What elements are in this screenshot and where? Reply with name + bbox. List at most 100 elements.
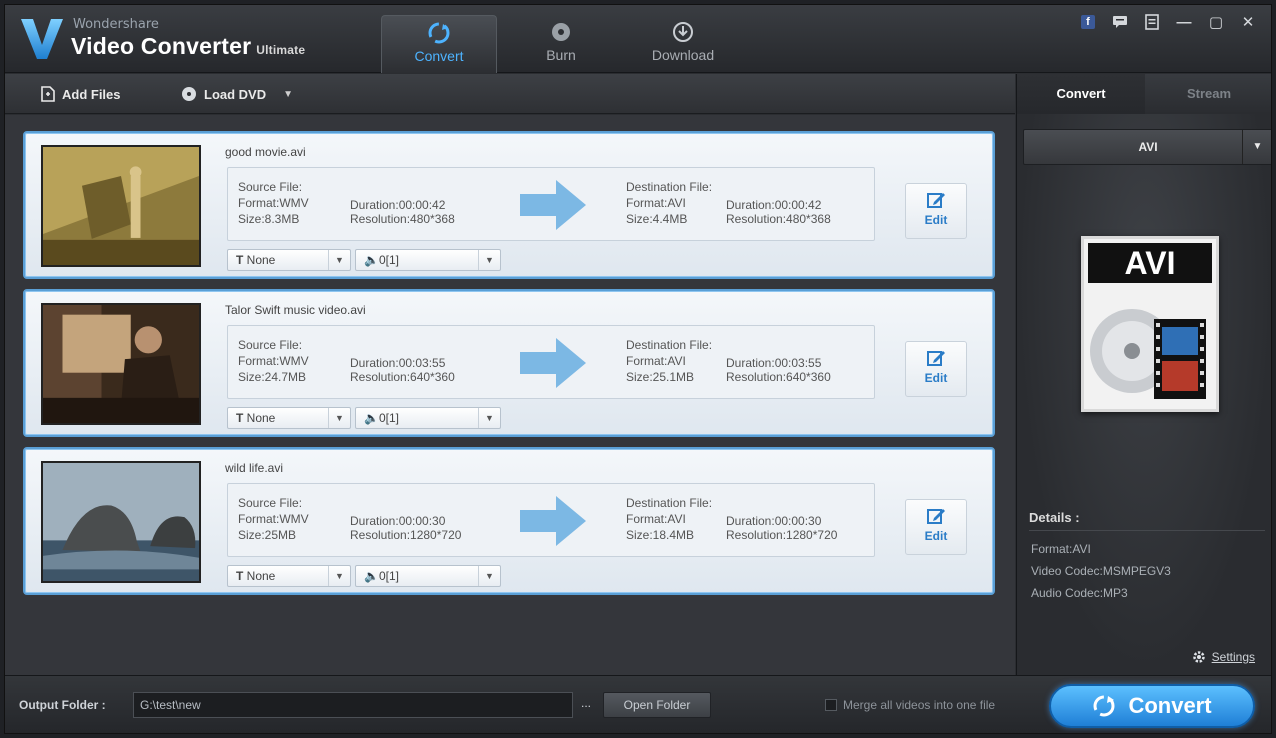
app-title-main: Video Converter: [71, 33, 252, 59]
tab-burn-label: Burn: [546, 47, 576, 63]
source-size: Size:25MB: [238, 528, 297, 542]
source-duration: Duration:00:00:42: [350, 198, 446, 212]
chevron-down-icon[interactable]: ▼: [283, 89, 293, 100]
open-folder-button[interactable]: Open Folder: [603, 692, 711, 718]
tab-right-stream[interactable]: Stream: [1145, 74, 1271, 114]
edit-label: Edit: [924, 213, 948, 227]
video-thumbnail: [41, 145, 201, 267]
source-size: Size:8.3MB: [238, 212, 300, 226]
subtitle-value: None: [246, 253, 276, 267]
tab-burn[interactable]: Burn: [503, 15, 619, 73]
window-controls: f — ▢ ✕: [1075, 11, 1261, 33]
dest-title: Destination File:: [626, 496, 713, 510]
subtitle-value: None: [246, 411, 276, 425]
convert-button-label: Convert: [1128, 693, 1212, 718]
arrow-right-icon: [520, 180, 586, 230]
dest-duration: Duration:00:00:30: [726, 514, 822, 528]
chevron-down-icon: ▼: [478, 566, 500, 586]
subtitle-select[interactable]: T None ▼: [227, 249, 351, 271]
edit-button[interactable]: Edit: [905, 183, 967, 239]
disc-film-icon: [1090, 309, 1206, 399]
browse-button[interactable]: ...: [575, 692, 597, 718]
edit-icon: [927, 193, 945, 208]
chat-icon[interactable]: [1107, 11, 1133, 33]
burn-disc-icon: [552, 23, 570, 41]
details-divider: [1029, 530, 1265, 531]
convert-button[interactable]: Convert: [1049, 684, 1255, 728]
edit-button[interactable]: Edit: [905, 341, 967, 397]
settings-link[interactable]: Settings: [1192, 650, 1255, 664]
output-format-panel: Convert Stream AVI ▼ AVI Details : Forma…: [1016, 74, 1271, 675]
format-preview-icon: AVI: [1081, 236, 1219, 412]
output-folder-input[interactable]: G:\test\new: [133, 692, 573, 718]
chevron-down-icon: ▼: [478, 250, 500, 270]
file-item[interactable]: good movie.avi Source File: Format:WMV S…: [23, 131, 995, 279]
output-format-value: AVI: [1138, 140, 1158, 154]
file-name: Talor Swift music video.avi: [225, 303, 366, 317]
convert-icon: [428, 22, 450, 44]
tab-download[interactable]: Download: [625, 15, 741, 73]
subtitle-icon: T: [236, 411, 247, 425]
bottom-bar: Output Folder : G:\test\new ... Open Fol…: [5, 675, 1271, 733]
title-bar: Wondershare Video Converter Ultimate Conv…: [5, 5, 1271, 73]
chevron-down-icon: ▼: [328, 408, 350, 428]
audio-track-select[interactable]: 🔈0[1] ▼: [355, 565, 501, 587]
chevron-down-icon: ▼: [328, 566, 350, 586]
tab-right-convert[interactable]: Convert: [1017, 74, 1145, 114]
file-info-panel: Source File: Format:WMV Size:8.3MB Durat…: [227, 167, 875, 241]
subtitle-icon: T: [236, 253, 247, 267]
notes-icon[interactable]: [1139, 11, 1165, 33]
dest-format: Format:AVI: [626, 196, 686, 210]
video-thumbnail: [41, 461, 201, 583]
edit-button[interactable]: Edit: [905, 499, 967, 555]
source-format: Format:WMV: [238, 196, 309, 210]
add-files-label: Add Files: [62, 86, 121, 102]
file-name: good movie.avi: [225, 145, 306, 159]
file-name: wild life.avi: [225, 461, 284, 475]
audio-track-select[interactable]: 🔈0[1] ▼: [355, 249, 501, 271]
convert-icon: [1093, 695, 1115, 717]
edit-label: Edit: [924, 529, 948, 543]
audio-track-select[interactable]: 🔈0[1] ▼: [355, 407, 501, 429]
file-info-panel: Source File: Format:WMV Size:25MB Durati…: [227, 483, 875, 557]
add-files-button[interactable]: Add Files: [31, 80, 131, 108]
maximize-icon[interactable]: ▢: [1203, 11, 1229, 33]
source-resolution: Resolution:1280*720: [350, 528, 462, 542]
arrow-right-icon: [520, 338, 586, 388]
load-dvd-button[interactable]: Load DVD ▼: [171, 80, 303, 108]
file-item[interactable]: Talor Swift music video.avi Source File:…: [23, 289, 995, 437]
merge-option[interactable]: Merge all videos into one file: [825, 698, 995, 712]
dest-resolution: Resolution:640*360: [726, 370, 831, 384]
details-title: Details :: [1029, 510, 1080, 525]
edit-label: Edit: [924, 371, 948, 385]
app-logo-icon: [21, 19, 63, 59]
gear-icon: [1192, 651, 1205, 663]
dest-size: Size:18.4MB: [626, 528, 695, 542]
dest-resolution: Resolution:1280*720: [726, 528, 838, 542]
output-format-select[interactable]: AVI ▼: [1023, 129, 1271, 165]
edit-icon: [927, 351, 945, 366]
merge-checkbox[interactable]: [825, 699, 837, 711]
close-icon[interactable]: ✕: [1235, 11, 1261, 33]
source-title: Source File:: [238, 338, 303, 352]
edit-icon: [927, 509, 945, 524]
tab-convert[interactable]: Convert: [381, 15, 497, 73]
subtitle-select[interactable]: T None ▼: [227, 565, 351, 587]
file-item[interactable]: wild life.avi Source File: Format:WMV Si…: [23, 447, 995, 595]
toolbar: Add Files Load DVD ▼: [5, 74, 1015, 114]
file-list: good movie.avi Source File: Format:WMV S…: [5, 115, 1015, 675]
dest-duration: Duration:00:03:55: [726, 356, 822, 370]
facebook-icon[interactable]: f: [1075, 11, 1101, 33]
settings-label: Settings: [1211, 650, 1255, 664]
dest-size: Size:4.4MB: [626, 212, 688, 226]
dest-duration: Duration:00:00:42: [726, 198, 822, 212]
dest-size: Size:25.1MB: [626, 370, 695, 384]
source-resolution: Resolution:480*368: [350, 212, 455, 226]
minimize-icon[interactable]: —: [1171, 11, 1197, 33]
file-info-panel: Source File: Format:WMV Size:24.7MB Dura…: [227, 325, 875, 399]
subtitle-icon: T: [236, 569, 247, 583]
speaker-icon: 🔈: [364, 569, 379, 583]
dvd-disc-icon: [182, 87, 196, 101]
subtitle-select[interactable]: T None ▼: [227, 407, 351, 429]
source-resolution: Resolution:640*360: [350, 370, 455, 384]
